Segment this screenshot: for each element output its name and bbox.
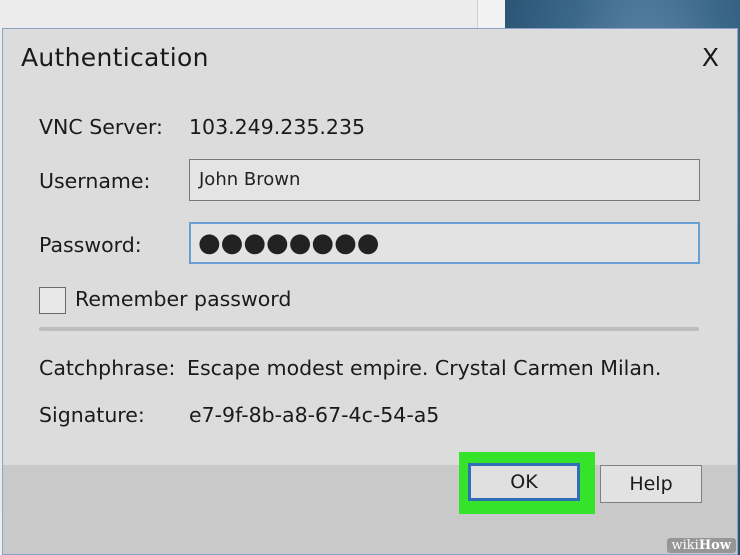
signature-value: e7-9f-8b-a8-67-4c-54-a5	[189, 403, 440, 427]
password-label: Password:	[39, 233, 142, 257]
remember-password-label: Remember password	[75, 287, 292, 311]
dialog-title: Authentication	[21, 43, 209, 72]
password-field[interactable]: ●●●●●●●●	[189, 222, 700, 264]
remember-password-checkbox[interactable]	[39, 287, 66, 314]
ok-button[interactable]: OK	[468, 463, 580, 501]
server-value: 103.249.235.235	[189, 115, 366, 139]
signature-label: Signature:	[39, 403, 145, 427]
catchphrase-value: Escape modest empire. Crystal Carmen Mil…	[187, 356, 662, 380]
username-label: Username:	[39, 169, 151, 193]
server-label: VNC Server:	[39, 115, 163, 139]
help-button[interactable]: Help	[600, 465, 702, 503]
divider	[39, 327, 699, 331]
username-field[interactable]: John Brown	[189, 159, 700, 201]
close-button[interactable]: X	[702, 43, 719, 72]
watermark-logo: wikiHow	[666, 538, 736, 553]
authentication-dialog: Authentication X VNC Server: 103.249.235…	[2, 28, 738, 555]
catchphrase-label: Catchphrase:	[39, 356, 176, 380]
